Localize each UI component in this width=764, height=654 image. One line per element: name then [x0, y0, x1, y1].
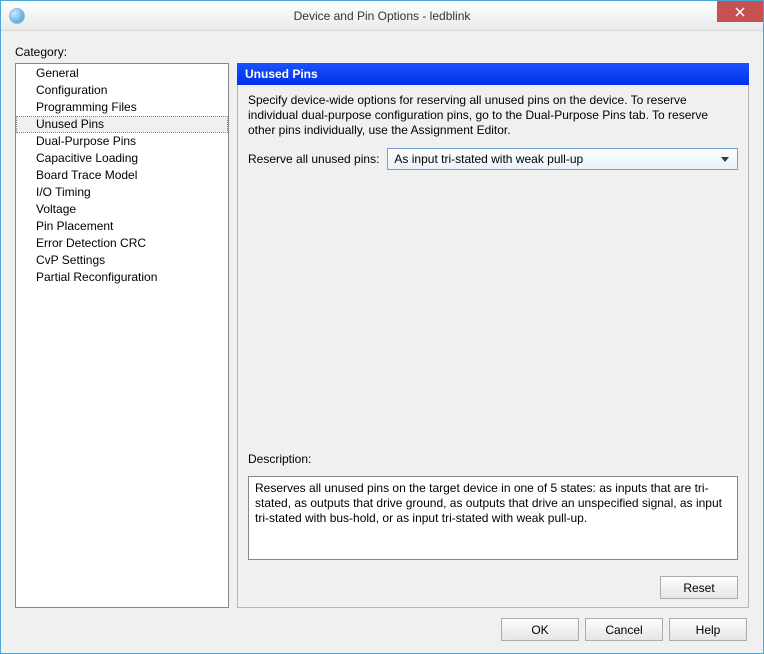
ok-button[interactable]: OK [501, 618, 579, 641]
chevron-down-icon [717, 157, 733, 162]
panel-title: Unused Pins [237, 63, 749, 85]
panel-body: Specify device-wide options for reservin… [237, 85, 749, 608]
reset-row: Reset [248, 570, 738, 599]
right-pane: Unused Pins Specify device-wide options … [237, 63, 749, 608]
category-item[interactable]: Unused Pins [16, 116, 228, 133]
reserve-combobox[interactable]: As input tri-stated with weak pull-up [387, 148, 738, 170]
panel-intro-text: Specify device-wide options for reservin… [248, 93, 738, 138]
description-label: Description: [248, 452, 738, 466]
category-item[interactable]: General [16, 65, 228, 82]
reserve-combobox-value: As input tri-stated with weak pull-up [394, 152, 717, 166]
category-item[interactable]: Capacitive Loading [16, 150, 228, 167]
category-item[interactable]: I/O Timing [16, 184, 228, 201]
dialog-footer: OK Cancel Help [15, 612, 749, 643]
reserve-label: Reserve all unused pins: [248, 152, 379, 166]
window-title: Device and Pin Options - ledblink [1, 9, 763, 23]
help-button[interactable]: Help [669, 618, 747, 641]
spacer [248, 180, 738, 442]
cancel-button[interactable]: Cancel [585, 618, 663, 641]
columns: GeneralConfigurationProgramming FilesUnu… [15, 63, 749, 608]
content-area: Category: GeneralConfigurationProgrammin… [15, 45, 749, 608]
category-item[interactable]: Programming Files [16, 99, 228, 116]
category-item[interactable]: Voltage [16, 201, 228, 218]
dialog-body: Category: GeneralConfigurationProgrammin… [1, 31, 763, 653]
category-item[interactable]: CvP Settings [16, 252, 228, 269]
category-item[interactable]: Error Detection CRC [16, 235, 228, 252]
category-item[interactable]: Board Trace Model [16, 167, 228, 184]
close-button[interactable] [717, 1, 763, 22]
category-item[interactable]: Configuration [16, 82, 228, 99]
category-label: Category: [15, 45, 749, 59]
dialog-window: Device and Pin Options - ledblink Catego… [0, 0, 764, 654]
reset-button[interactable]: Reset [660, 576, 738, 599]
description-box: Reserves all unused pins on the target d… [248, 476, 738, 560]
reserve-field-row: Reserve all unused pins: As input tri-st… [248, 148, 738, 170]
category-item[interactable]: Dual-Purpose Pins [16, 133, 228, 150]
category-item[interactable]: Pin Placement [16, 218, 228, 235]
category-list[interactable]: GeneralConfigurationProgramming FilesUnu… [15, 63, 229, 608]
category-item[interactable]: Partial Reconfiguration [16, 269, 228, 286]
titlebar: Device and Pin Options - ledblink [1, 1, 763, 31]
app-icon [9, 8, 25, 24]
close-icon [735, 7, 745, 17]
